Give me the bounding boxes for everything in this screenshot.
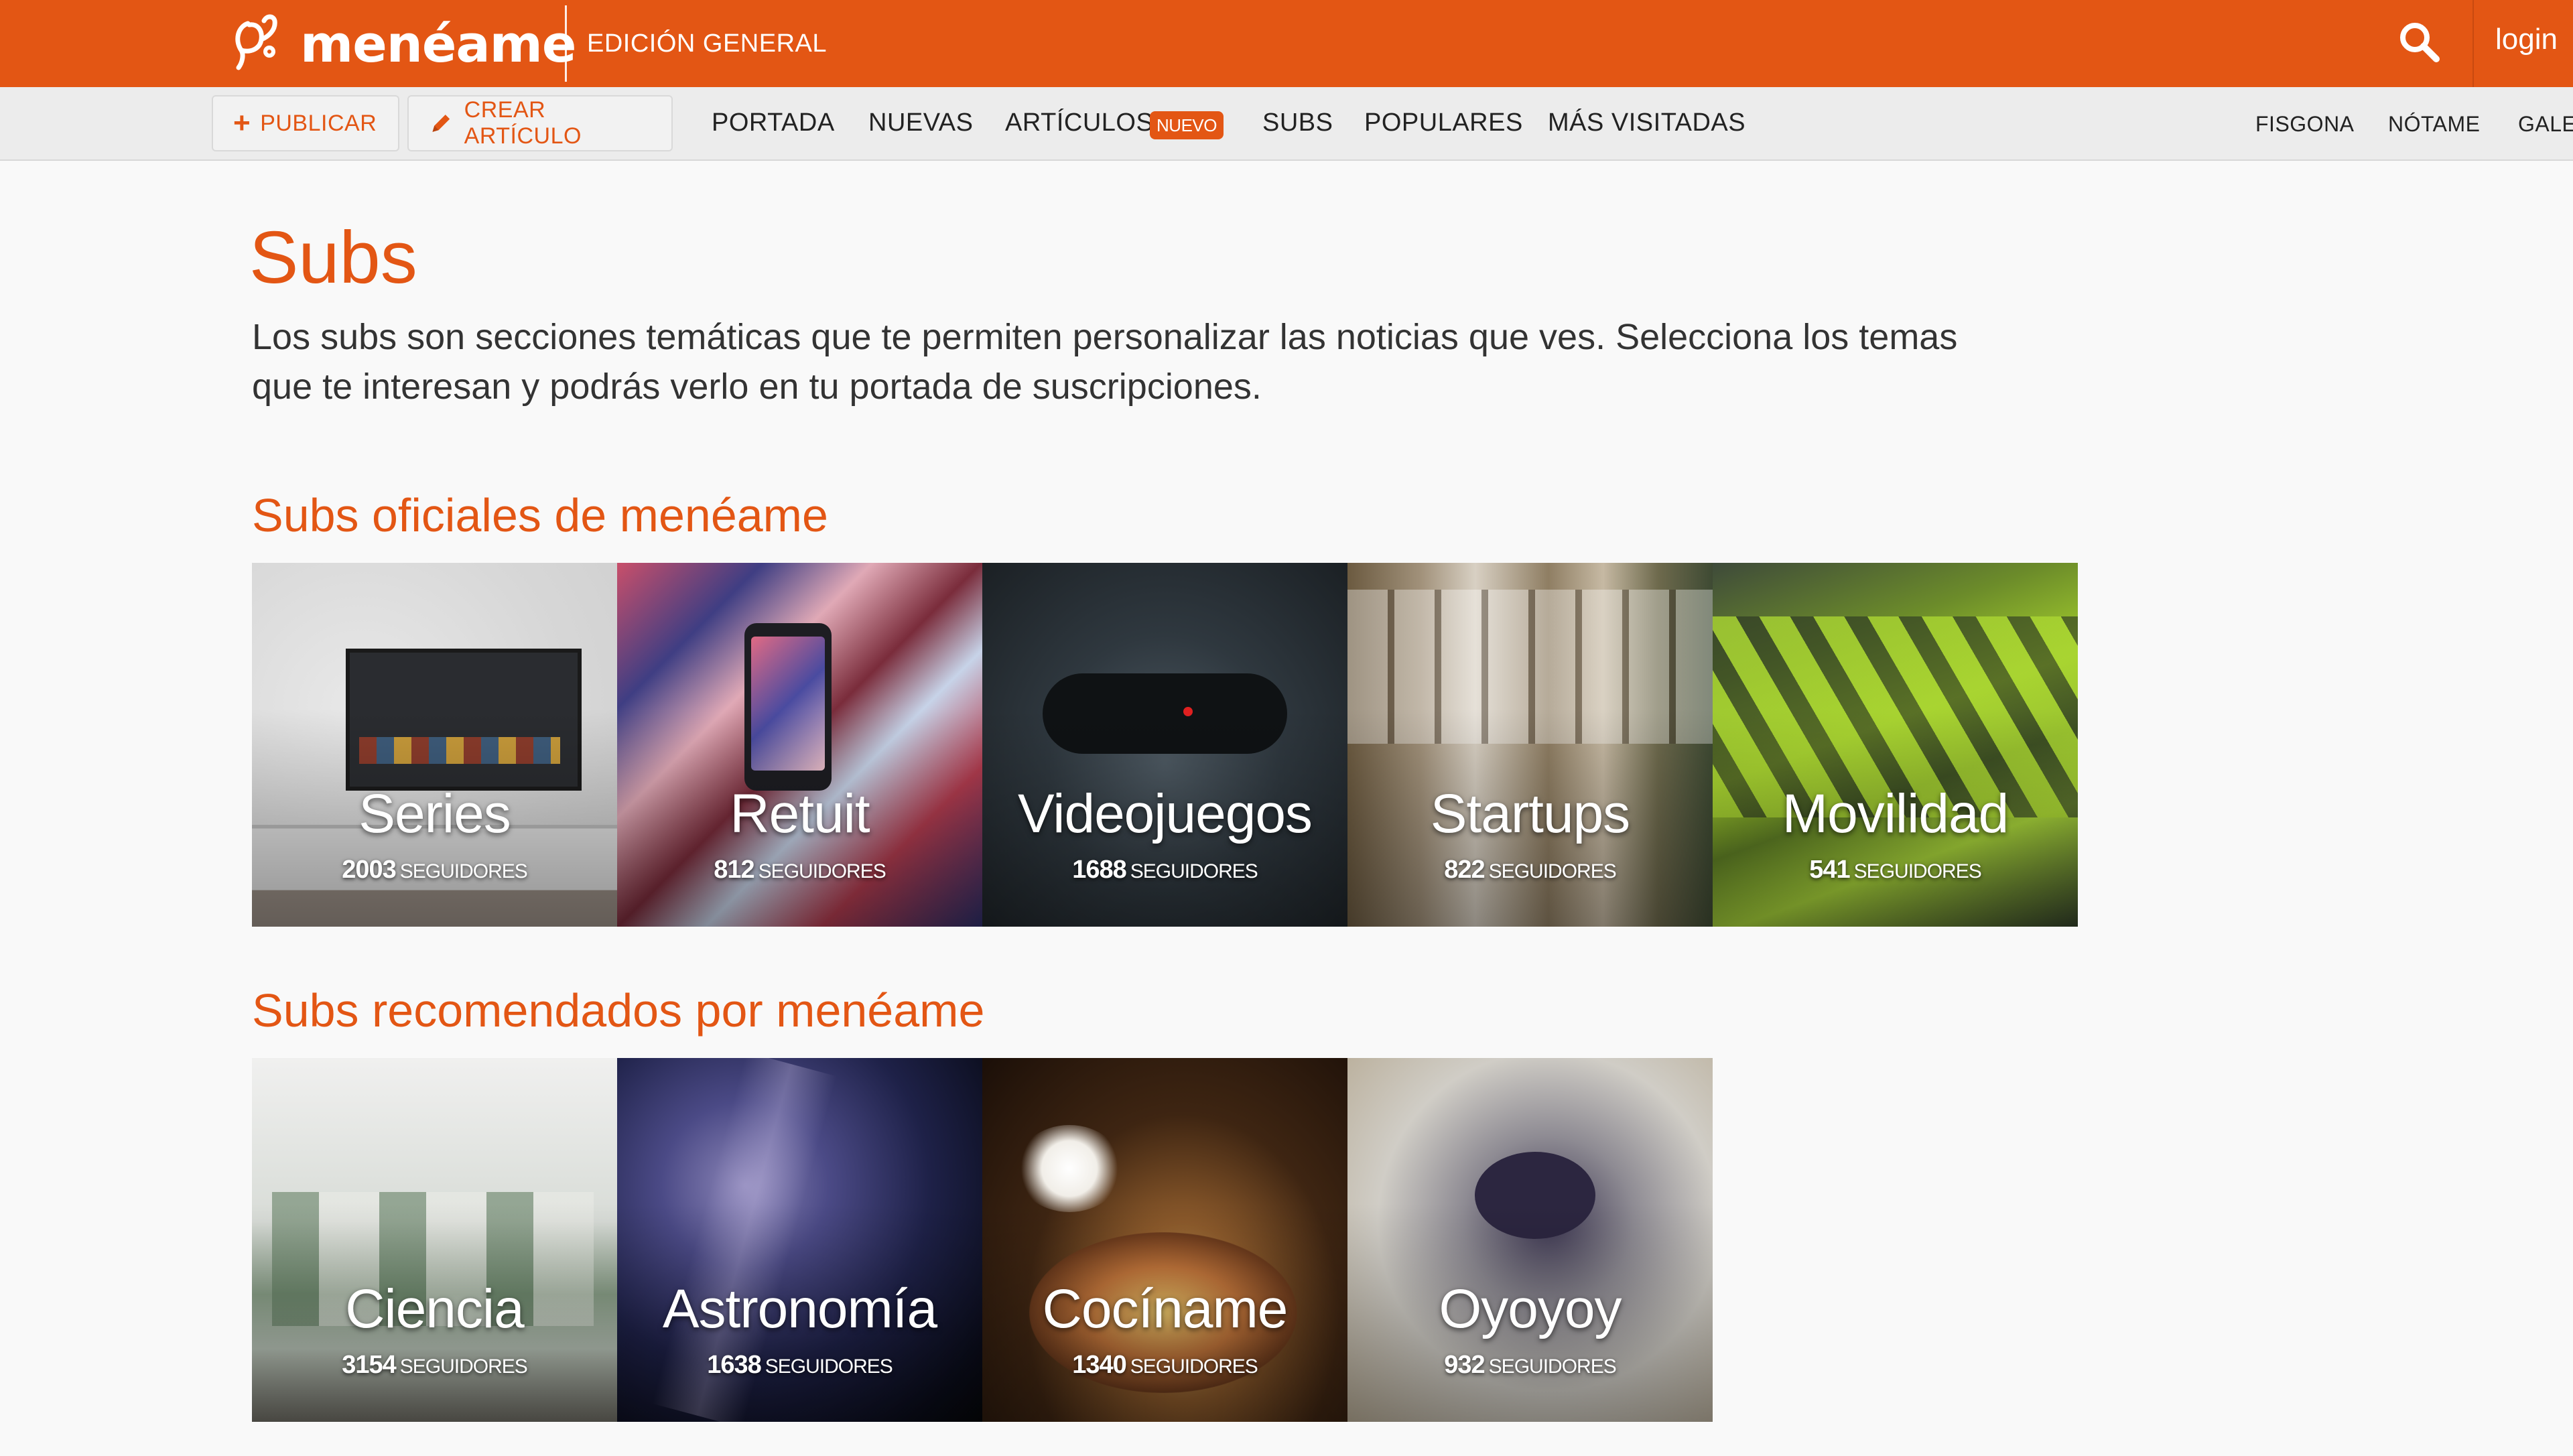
- sub-tile-astronomia[interactable]: Astronomía 1638 SEGUIDORES: [617, 1058, 982, 1422]
- followers-label: SEGUIDORES: [399, 1355, 528, 1378]
- sub-followers: 812 SEGUIDORES: [617, 856, 982, 884]
- new-badge: NUEVO: [1150, 111, 1224, 139]
- sub-followers: 822 SEGUIDORES: [1347, 856, 1713, 884]
- sub-followers: 1688 SEGUIDORES: [982, 856, 1347, 884]
- logo[interactable]: menéame: [228, 7, 576, 80]
- login-divider: [2472, 0, 2474, 87]
- official-subs-grid: Series 2003 SEGUIDORES Retuit 812 SEGUIDOR…: [252, 563, 2078, 927]
- sub-followers: 3154 SEGUIDORES: [252, 1351, 617, 1380]
- nav-mas-visitadas[interactable]: MÁS VISITADAS: [1548, 109, 1745, 137]
- followers-count: 932: [1444, 1351, 1485, 1379]
- intro-text: Los subs son secciones temáticas que te …: [252, 317, 1958, 407]
- meneame-logo-icon: [235, 14, 277, 70]
- followers-label: SEGUIDORES: [1130, 860, 1258, 882]
- sub-name: Startups: [1430, 783, 1630, 844]
- login-link[interactable]: login: [2495, 23, 2558, 56]
- nav-subs[interactable]: SUBS: [1262, 109, 1333, 137]
- sub-name: Oyoyoy: [1439, 1278, 1622, 1339]
- sub-followers: 1340 SEGUIDORES: [982, 1351, 1347, 1380]
- followers-count: 812: [714, 856, 754, 884]
- followers-count: 1638: [707, 1351, 762, 1379]
- official-subs-title: Subs oficiales de menéame: [252, 489, 828, 541]
- recommended-subs-grid: Ciencia 3154 SEGUIDORES Astronomía 1638 SE…: [252, 1058, 1713, 1422]
- sub-tile-startups[interactable]: Startups 822 SEGUIDORES: [1347, 563, 1713, 927]
- sub-name: Retuit: [730, 783, 870, 844]
- sub-tile-oyoyoy[interactable]: Oyoyoy 932 SEGUIDORES: [1347, 1058, 1713, 1422]
- followers-label: SEGUIDORES: [1488, 860, 1617, 882]
- publish-button[interactable]: + PUBLICAR: [212, 95, 399, 151]
- edition-label[interactable]: EDICIÓN GENERAL: [587, 29, 827, 58]
- pencil-icon: [432, 115, 450, 132]
- followers-label: SEGUIDORES: [1488, 1355, 1617, 1378]
- sub-name: Series: [358, 783, 511, 844]
- top-header: menéame EDICIÓN GENERAL login: [0, 0, 2573, 87]
- create-article-button[interactable]: CREAR ARTÍCULO: [407, 95, 673, 151]
- sub-followers: 541 SEGUIDORES: [1713, 856, 2078, 884]
- nav-nuevas[interactable]: NUEVAS: [868, 109, 973, 137]
- plus-icon: +: [233, 107, 251, 139]
- search-icon[interactable]: [2397, 20, 2442, 64]
- followers-count: 1688: [1072, 856, 1127, 884]
- sub-tile-cociname[interactable]: Cocíname 1340 SEGUIDORES: [982, 1058, 1347, 1422]
- nav-notame[interactable]: NÓTAME: [2388, 112, 2481, 137]
- sub-name: Ciencia: [345, 1278, 524, 1339]
- followers-label: SEGUIDORES: [765, 1355, 893, 1378]
- followers-label: SEGUIDORES: [399, 860, 528, 882]
- nav-populares[interactable]: POPULARES: [1364, 109, 1523, 137]
- sub-followers: 2003 SEGUIDORES: [252, 856, 617, 884]
- recommended-subs-title: Subs recomendados por menéame: [252, 984, 985, 1037]
- sub-tile-videojuegos[interactable]: Videojuegos 1688 SEGUIDORES: [982, 563, 1347, 927]
- sub-tile-movilidad[interactable]: Movilidad 541 SEGUIDORES: [1713, 563, 2078, 927]
- publish-button-label: PUBLICAR: [260, 110, 377, 136]
- sub-tile-retuit[interactable]: Retuit 812 SEGUIDORES: [617, 563, 982, 927]
- followers-count: 3154: [342, 1351, 397, 1379]
- sub-followers: 1638 SEGUIDORES: [617, 1351, 982, 1380]
- create-article-label: CREAR ARTÍCULO: [464, 97, 582, 149]
- nav-gale[interactable]: GALE: [2518, 112, 2573, 137]
- sub-name: Videojuegos: [1018, 783, 1313, 844]
- followers-count: 2003: [342, 856, 397, 884]
- sub-name: Movilidad: [1782, 783, 2009, 844]
- followers-count: 822: [1444, 856, 1485, 884]
- followers-count: 541: [1809, 856, 1850, 884]
- nav-portada[interactable]: PORTADA: [712, 109, 835, 137]
- logo-text: menéame: [300, 13, 576, 74]
- followers-count: 1340: [1072, 1351, 1127, 1379]
- page-title: Subs: [249, 216, 417, 299]
- sub-followers: 932 SEGUIDORES: [1347, 1351, 1713, 1380]
- nav-articulos[interactable]: ARTÍCULOS: [1005, 109, 1153, 137]
- nav-fisgona[interactable]: FISGONA: [2255, 112, 2355, 137]
- sub-tile-series[interactable]: Series 2003 SEGUIDORES: [252, 563, 617, 927]
- followers-label: SEGUIDORES: [1853, 860, 1982, 882]
- edition-divider: [565, 5, 567, 82]
- sub-name: Cocíname: [1042, 1278, 1289, 1339]
- sub-tile-ciencia[interactable]: Ciencia 3154 SEGUIDORES: [252, 1058, 617, 1422]
- followers-label: SEGUIDORES: [758, 860, 886, 882]
- followers-label: SEGUIDORES: [1130, 1355, 1258, 1378]
- sub-name: Astronomía: [662, 1278, 937, 1339]
